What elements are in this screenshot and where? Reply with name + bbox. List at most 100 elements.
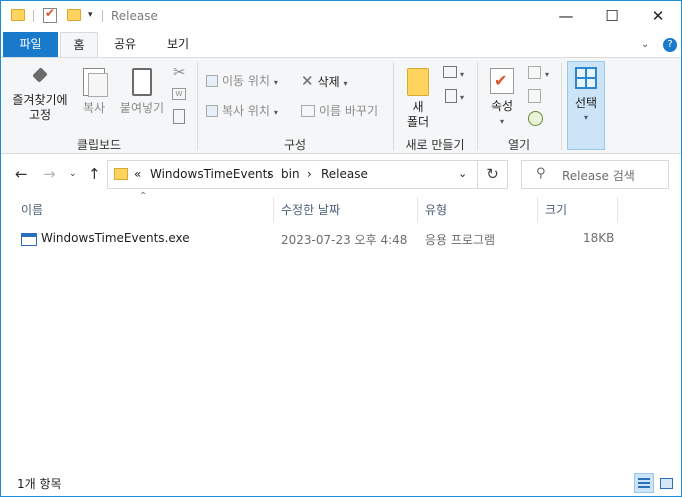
- breadcrumb-separator: ›: [267, 167, 272, 181]
- details-view-icon: [638, 478, 650, 488]
- new-folder-icon: [407, 68, 429, 96]
- column-header-modified[interactable]: 수정한 날짜: [281, 197, 340, 223]
- new-item-caret-icon[interactable]: ▾: [460, 67, 464, 83]
- status-item-count: 1개 항목: [17, 477, 62, 491]
- file-modified: 2023-07-23 오후 4:48: [281, 233, 408, 247]
- expand-ribbon-icon[interactable]: ⌄: [641, 39, 649, 50]
- select-button[interactable]: 선택 ▾: [567, 61, 605, 150]
- select-icon: [575, 67, 597, 89]
- paste-button[interactable]: 붙여넣기: [117, 68, 167, 116]
- easy-access-icon[interactable]: [445, 89, 457, 103]
- minimize-button[interactable]: —: [543, 1, 589, 32]
- breadcrumb-release[interactable]: Release: [321, 167, 368, 181]
- file-type: 응용 프로그램: [425, 233, 496, 247]
- history-icon[interactable]: [528, 111, 543, 126]
- navigation-bar: ← → ⌄ ↑ « WindowsTimeEvents › bin › Rele…: [1, 155, 681, 195]
- address-bar[interactable]: « WindowsTimeEvents › bin › Release ⌄: [107, 160, 478, 189]
- column-divider[interactable]: [617, 197, 618, 223]
- copy-to-button[interactable]: 복사 위치 ▾: [206, 103, 278, 121]
- open-group-label: 열기: [507, 138, 531, 152]
- pin-to-quick-access-button[interactable]: 즐겨찾기에 고정: [7, 68, 73, 123]
- forward-arrow-icon[interactable]: →: [43, 165, 56, 183]
- paste-label: 붙여넣기: [119, 101, 165, 115]
- refresh-button[interactable]: ↻: [478, 160, 508, 189]
- recent-locations-icon[interactable]: ⌄: [69, 169, 77, 179]
- copy-path-icon[interactable]: W: [172, 88, 186, 100]
- file-row[interactable]: WindowsTimeEvents.exe 2023-07-23 오후 4:48…: [15, 229, 617, 250]
- customize-toolbar-icon[interactable]: ▾: [88, 10, 93, 20]
- new-folder-label-line1: 새: [412, 100, 424, 114]
- help-icon[interactable]: ?: [663, 38, 677, 52]
- copy-label: 복사: [82, 101, 106, 115]
- edit-icon[interactable]: [528, 89, 541, 103]
- copy-to-icon: [206, 105, 218, 117]
- clipboard-icon: [132, 68, 152, 96]
- rename-icon: [301, 105, 315, 117]
- breadcrumb-bin[interactable]: bin: [281, 167, 300, 181]
- column-header-name[interactable]: 이름: [21, 197, 43, 223]
- delete-button[interactable]: ✕ 삭제 ▾: [301, 73, 348, 92]
- copy-button[interactable]: 복사: [77, 68, 111, 116]
- large-icons-view-icon: [660, 478, 673, 489]
- new-folder-button[interactable]: 새 폴더: [401, 68, 435, 130]
- new-folder-quick-icon[interactable]: [67, 9, 81, 21]
- breadcrumb-windowstimeevents[interactable]: WindowsTimeEvents: [150, 167, 274, 181]
- tab-share[interactable]: 공유: [105, 32, 145, 57]
- group-separator: [561, 62, 562, 150]
- maximize-button[interactable]: ☐: [589, 1, 635, 32]
- move-to-button[interactable]: 이동 위치 ▾: [206, 73, 278, 91]
- up-arrow-icon[interactable]: ↑: [88, 165, 101, 183]
- column-divider[interactable]: [273, 197, 274, 223]
- rename-button[interactable]: 이름 바꾸기: [301, 103, 378, 119]
- tab-file[interactable]: 파일: [3, 32, 58, 57]
- select-label: 선택: [574, 96, 598, 110]
- details-view-button[interactable]: [634, 473, 654, 493]
- search-box[interactable]: ⚲ Release 검색: [521, 160, 669, 189]
- scissors-icon[interactable]: ✂: [173, 64, 186, 80]
- ribbon-tabs: 파일 홈 공유 보기 ⌄ ?: [1, 32, 681, 57]
- organize-group-label: 구성: [283, 138, 307, 152]
- breadcrumb-overflow[interactable]: «: [134, 167, 141, 181]
- select-caret-icon: ▾: [583, 113, 588, 122]
- move-to-label: 이동 위치: [222, 74, 270, 88]
- delete-label: 삭제: [317, 75, 340, 89]
- new-folder-label-line2: 폴더: [406, 115, 430, 129]
- title-bar: ✔ ▾ Release — ☐ ✕: [1, 1, 681, 32]
- copy-icon: [83, 68, 108, 97]
- move-to-icon: [206, 75, 218, 87]
- exe-icon: [21, 233, 37, 246]
- clipboard-group-label: 클립보드: [76, 138, 122, 152]
- properties-quick-icon[interactable]: ✔: [43, 6, 57, 23]
- separator: [33, 10, 34, 22]
- folder-icon: [11, 9, 25, 21]
- large-icons-view-button[interactable]: [656, 473, 676, 493]
- tab-view[interactable]: 보기: [157, 32, 199, 57]
- copy-to-label: 복사 위치: [222, 104, 270, 118]
- address-dropdown-icon[interactable]: ⌄: [458, 167, 467, 180]
- folder-icon: [114, 168, 128, 180]
- properties-caret-icon: ▾: [499, 117, 504, 126]
- tab-home[interactable]: 홈: [60, 32, 98, 57]
- paste-shortcut-icon[interactable]: [173, 109, 185, 124]
- pin-label-line1: 즐겨찾기에: [12, 93, 68, 107]
- open-icon[interactable]: [528, 66, 541, 79]
- new-item-icon[interactable]: [443, 66, 457, 78]
- new-group-label: 새로 만들기: [405, 138, 465, 152]
- refresh-icon: ↻: [486, 165, 499, 183]
- delete-icon: ✕: [301, 72, 314, 90]
- rename-label: 이름 바꾸기: [319, 104, 379, 118]
- easy-access-caret-icon[interactable]: ▾: [460, 90, 464, 106]
- close-button[interactable]: ✕: [635, 1, 681, 32]
- properties-button[interactable]: 속성 ▾: [485, 68, 519, 129]
- open-caret-icon[interactable]: ▾: [545, 67, 549, 83]
- separator: [102, 10, 103, 22]
- column-divider[interactable]: [537, 197, 538, 223]
- column-divider[interactable]: [417, 197, 418, 223]
- search-placeholder: Release 검색: [562, 169, 635, 183]
- pin-label-line2: 고정: [28, 108, 52, 122]
- window-title: Release: [111, 9, 158, 23]
- column-header-type[interactable]: 유형: [425, 197, 447, 223]
- back-arrow-icon[interactable]: ←: [15, 165, 28, 183]
- column-header-size[interactable]: 크기: [545, 197, 567, 223]
- file-name[interactable]: WindowsTimeEvents.exe: [41, 231, 190, 245]
